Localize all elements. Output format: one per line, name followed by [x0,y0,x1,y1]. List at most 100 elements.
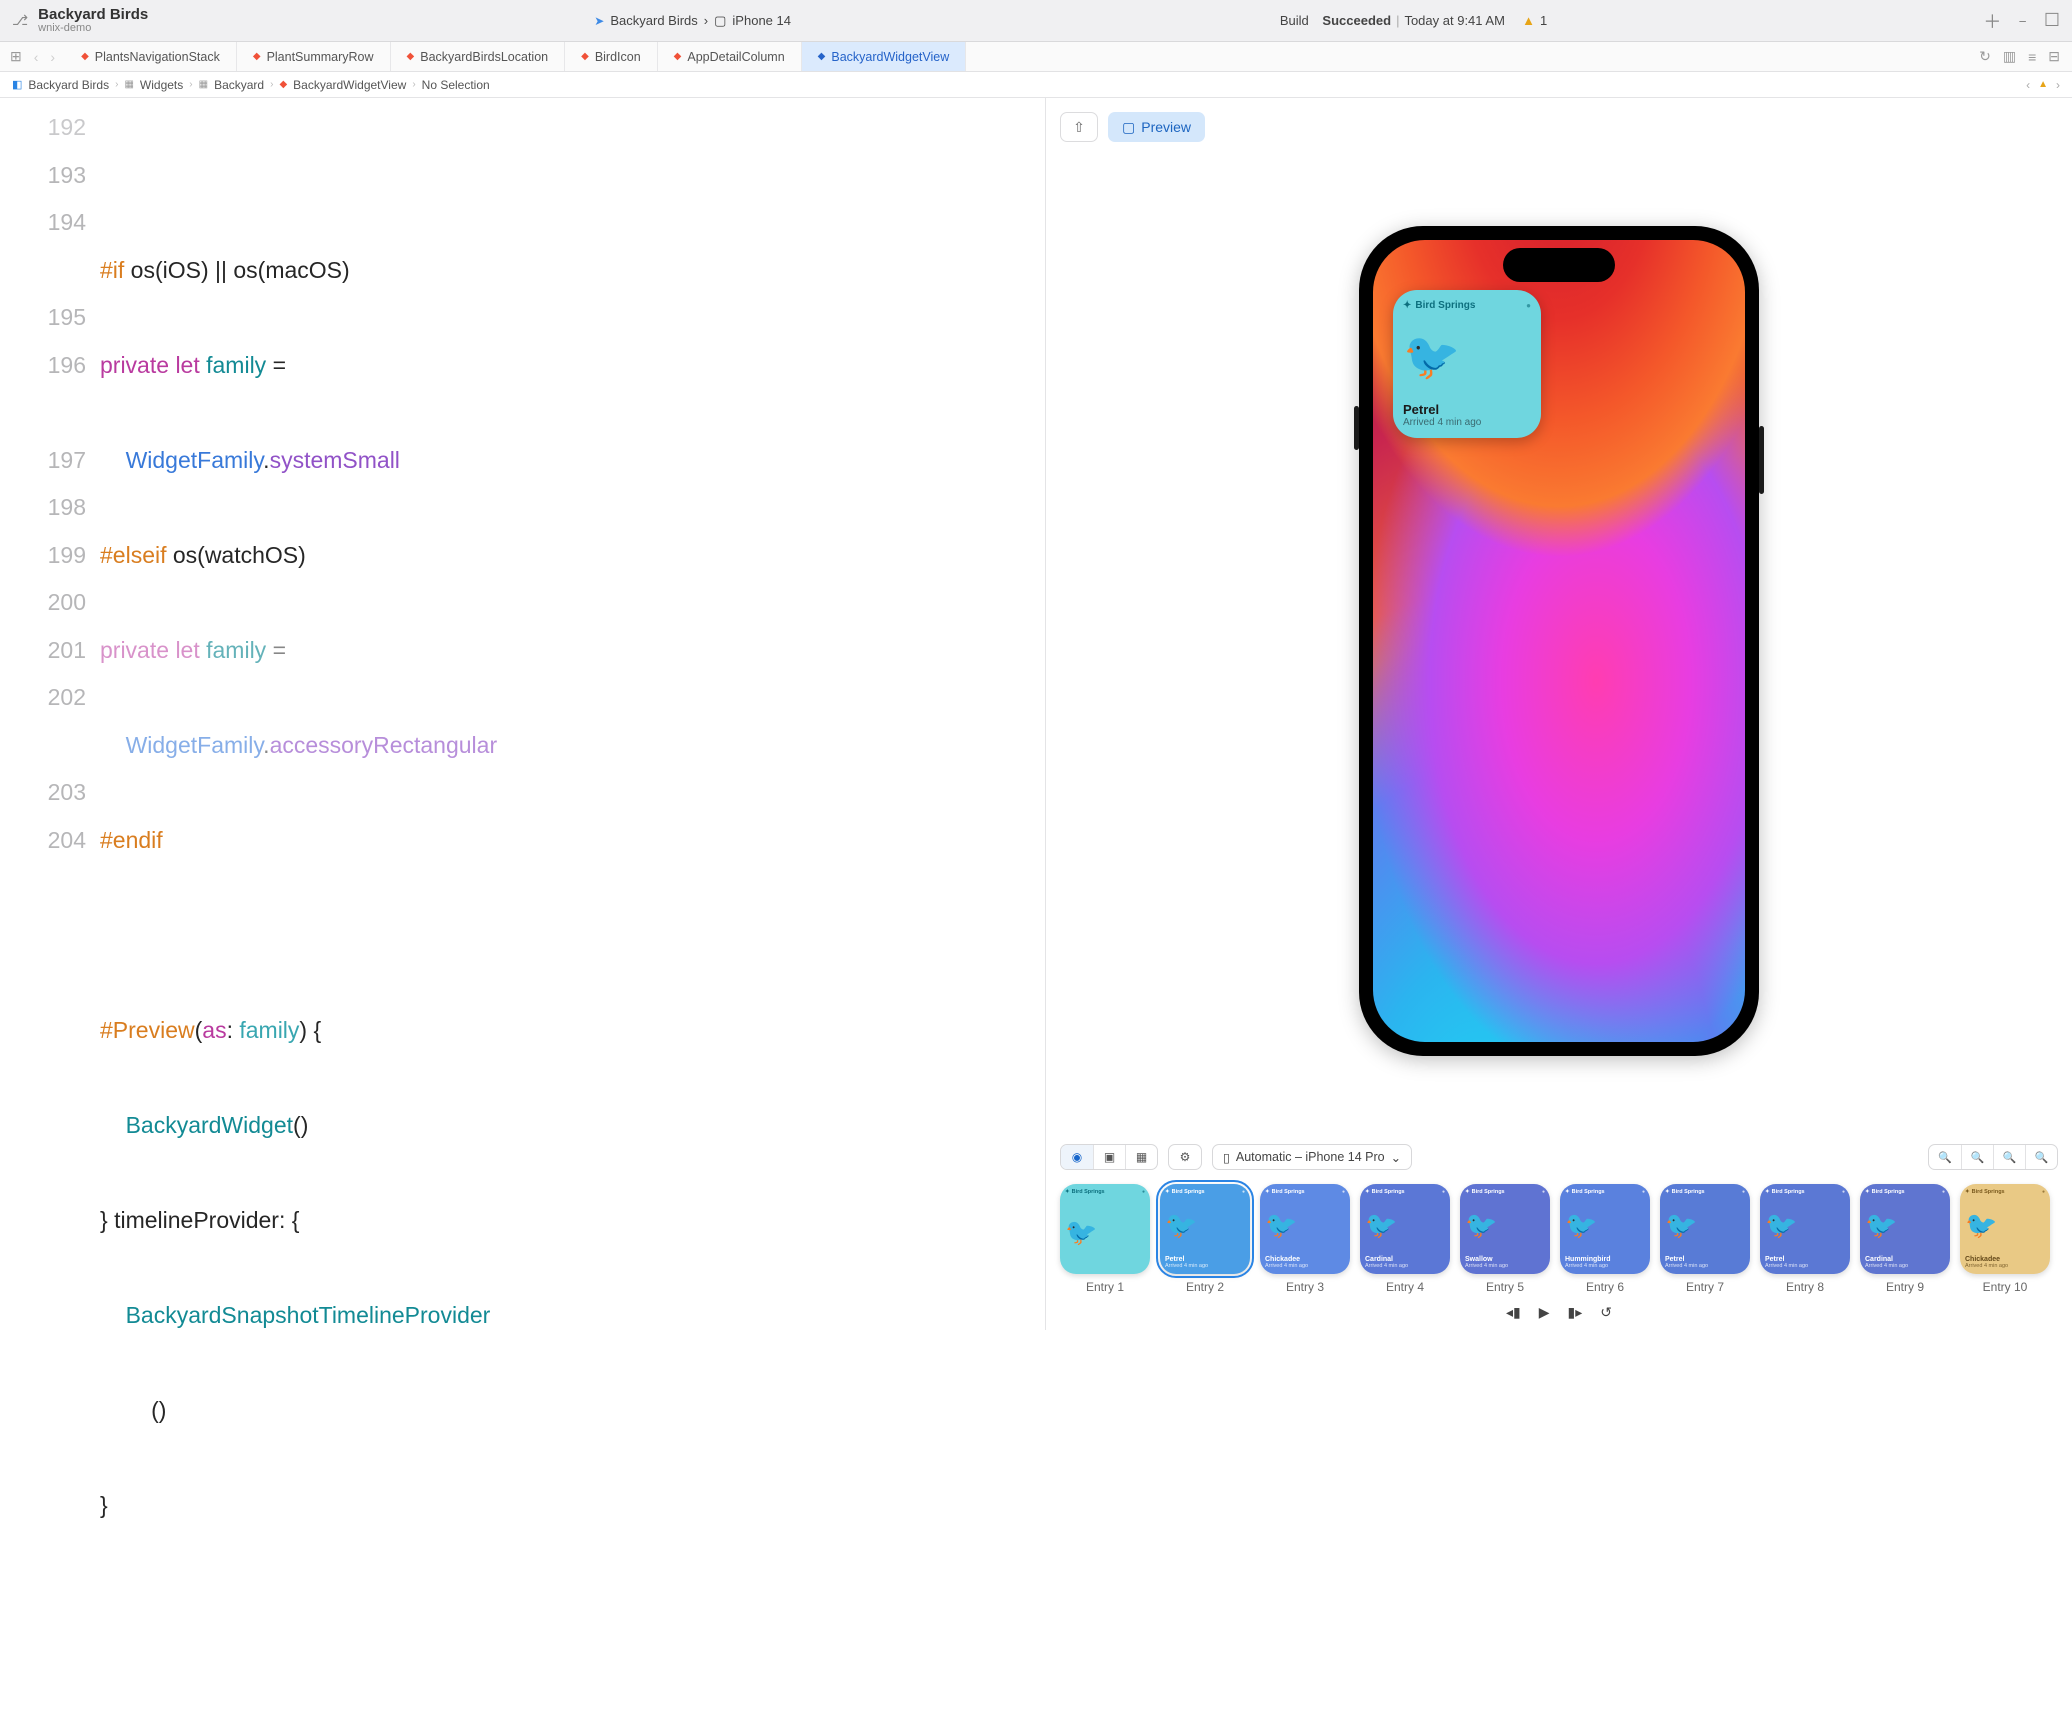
tab-BackyardBirdsLocation[interactable]: ◆BackyardBirdsLocation [391,42,566,71]
variants-button[interactable]: ▦ [1125,1145,1157,1169]
selectable-button[interactable]: ▣ [1093,1145,1125,1169]
live-button[interactable]: ◉ [1061,1145,1093,1169]
scheme-selector[interactable]: ➤ Backyard Birds › ▢ iPhone 14 [584,10,801,32]
iphone-screen: ✦ Bird Springs ● 🐦 Petrel Arrived 4 min … [1373,240,1745,1042]
main-split: 192 193194 195196 197198199200201202 203… [0,98,2072,1330]
bird-icon: 🐦 [1403,311,1531,402]
code-content[interactable]: #if os(iOS) || os(macOS) private let fam… [100,104,1045,1330]
timeline-entry[interactable]: ✦Bird Springs●🐦ChickadeeArrived 4 min ag… [1260,1184,1350,1294]
timeline-entry[interactable]: ✦Bird Springs●🐦PetrelArrived 4 min agoEn… [1660,1184,1750,1294]
project-block[interactable]: Backyard Birds wnix-demo [38,7,148,34]
iphone-frame: ✦ Bird Springs ● 🐦 Petrel Arrived 4 min … [1359,226,1759,1056]
panels-icon[interactable]: ☐ [2044,10,2060,31]
tab-PlantSummaryRow[interactable]: ◆PlantSummaryRow [237,42,391,71]
folder-icon: ▦ [124,79,133,90]
status-dot-icon: ● [1526,301,1531,310]
dynamic-island [1503,248,1615,282]
location-icon: ✦ [1403,300,1411,311]
nav-back-icon[interactable]: ‹ [34,49,39,65]
minimap-icon[interactable]: ▥ [2003,48,2016,65]
top-toolbar: ⎇ Backyard Birds wnix-demo ➤ Backyard Bi… [0,0,2072,42]
preview-selector[interactable]: ▢ Preview [1108,112,1205,142]
scheme-arrow: › [704,13,708,28]
tab-bar: ⊞ ‹ › ◆PlantsNavigationStack◆PlantSummar… [0,42,2072,72]
swift-file-icon: ◆ [81,51,89,62]
timeline-entry[interactable]: ✦Bird Springs●🐦SwallowArrived 4 min agoE… [1460,1184,1550,1294]
widget-header: Bird Springs [1415,300,1475,311]
warning-icon[interactable]: ▲ [1522,13,1535,28]
timeline-entry[interactable]: ✦Bird Springs●🐦ChickadeeArrived 4 min ag… [1960,1184,2050,1294]
timeline-strip[interactable]: ✦Bird Springs●🐦Entry 1✦Bird Springs●🐦Pet… [1046,1174,2072,1294]
jump-4[interactable]: No Selection [422,78,490,92]
jump-2[interactable]: Backyard [214,78,264,92]
assistant-icon[interactable]: ≡ [2028,49,2036,65]
device-settings-button[interactable]: ⚙ [1169,1145,1201,1169]
jump-next-icon[interactable]: › [2056,78,2060,92]
device-selector[interactable]: ▯ Automatic – iPhone 14 Pro ⌄ [1212,1144,1412,1170]
swift-file-icon: ◆ [253,51,261,62]
reviews-icon[interactable]: ⊟ [2048,48,2060,65]
zoom-fit-button[interactable]: 🔍 [1961,1145,1993,1169]
widget-small[interactable]: ✦ Bird Springs ● 🐦 Petrel Arrived 4 min … [1393,290,1541,438]
warning-count: 1 [1540,13,1547,28]
jump-3[interactable]: BackyardWidgetView [293,78,406,92]
pin-button[interactable]: ⇧ [1060,112,1098,142]
jump-0[interactable]: Backyard Birds [28,78,109,92]
project-title: Backyard Birds [38,7,148,23]
library-icon[interactable]: ⎯ [2019,13,2026,29]
destination-name: iPhone 14 [732,13,791,28]
code-editor[interactable]: 192 193194 195196 197198199200201202 203… [0,98,1045,1330]
step-forward-button[interactable]: ▮▸ [1568,1304,1583,1321]
folder-icon: ▦ [199,79,208,90]
zoom-out-button[interactable]: 🔍 [1929,1145,1961,1169]
scheme-icon: ➤ [594,14,604,28]
target-icon: ◧ [12,78,22,91]
nav-forward-icon[interactable]: › [50,49,55,65]
jump-1[interactable]: Widgets [140,78,183,92]
step-back-button[interactable]: ◂▮ [1506,1304,1521,1321]
related-items-icon[interactable]: ⊞ [10,48,22,65]
canvas-toolbar: ◉ ▣ ▦ ⚙ ▯ Automatic – iPhone 14 Pro ⌄ 🔍 … [1046,1140,2072,1174]
line-gutter: 192 193194 195196 197198199200201202 203… [0,104,100,1330]
playback-controls: ◂▮ ▶ ▮▸ ↺ [1046,1294,2072,1330]
timeline-entry[interactable]: ✦Bird Springs●🐦PetrelArrived 4 min agoEn… [1760,1184,1850,1294]
play-button[interactable]: ▶ [1539,1304,1550,1321]
swift-file-icon: ◆ [279,79,287,90]
widget-subtitle: Arrived 4 min ago [1403,417,1531,428]
jump-bar[interactable]: ◧ Backyard Birds › ▦ Widgets › ▦ Backyar… [0,72,2072,98]
reset-button[interactable]: ↺ [1600,1304,1612,1321]
build-label: Build [1280,13,1309,28]
device-selector-label: Automatic – iPhone 14 Pro [1236,1150,1385,1164]
device-icon: ▢ [714,13,726,29]
timeline-entry[interactable]: ✦Bird Springs●🐦Entry 1 [1060,1184,1150,1294]
preview-label: Preview [1141,119,1191,135]
widget-title: Petrel [1403,402,1531,417]
tab-BackyardWidgetView[interactable]: ◆BackyardWidgetView [802,42,967,71]
chevron-down-icon: ⌄ [1391,1150,1401,1165]
swift-file-icon: ◆ [818,51,826,62]
phone-icon: ▯ [1223,1150,1230,1165]
timeline-entry[interactable]: ✦Bird Springs●🐦HummingbirdArrived 4 min … [1560,1184,1650,1294]
zoom-in-button[interactable]: 🔍 [2025,1145,2057,1169]
timeline-entry[interactable]: ✦Bird Springs●🐦CardinalArrived 4 min ago… [1360,1184,1450,1294]
jump-prev-icon[interactable]: ‹ [2026,78,2030,92]
swift-file-icon: ◆ [674,51,682,62]
tab-PlantsNavigationStack[interactable]: ◆PlantsNavigationStack [65,42,237,71]
canvas-area[interactable]: ✦ Bird Springs ● 🐦 Petrel Arrived 4 min … [1046,142,2072,1140]
timeline-entry[interactable]: ✦Bird Springs●🐦CardinalArrived 4 min ago… [1860,1184,1950,1294]
build-time: Today at 9:41 AM [1404,13,1504,28]
scheme-name: Backyard Birds [610,13,697,28]
jump-warning-icon[interactable]: ▲ [2038,79,2048,90]
branch-icon[interactable]: ⎇ [12,12,28,29]
add-button[interactable]: ＋ [1983,8,2001,34]
branch-name: wnix-demo [38,23,148,35]
zoom-actual-button[interactable]: 🔍 [1993,1145,2025,1169]
preview-pane: ⇧ ▢ Preview ✦ Bird Springs ● 🐦 [1045,98,2072,1330]
timeline-entry[interactable]: ✦Bird Springs●🐦PetrelArrived 4 min agoEn… [1160,1184,1250,1294]
tab-BirdIcon[interactable]: ◆BirdIcon [565,42,658,71]
build-status[interactable]: Build Succeeded | Today at 9:41 AM ▲ 1 [1280,13,1547,28]
tab-AppDetailColumn[interactable]: ◆AppDetailColumn [658,42,802,71]
refresh-icon[interactable]: ↻ [1979,48,1991,65]
preview-icon: ▢ [1122,119,1135,136]
swift-file-icon: ◆ [581,51,589,62]
